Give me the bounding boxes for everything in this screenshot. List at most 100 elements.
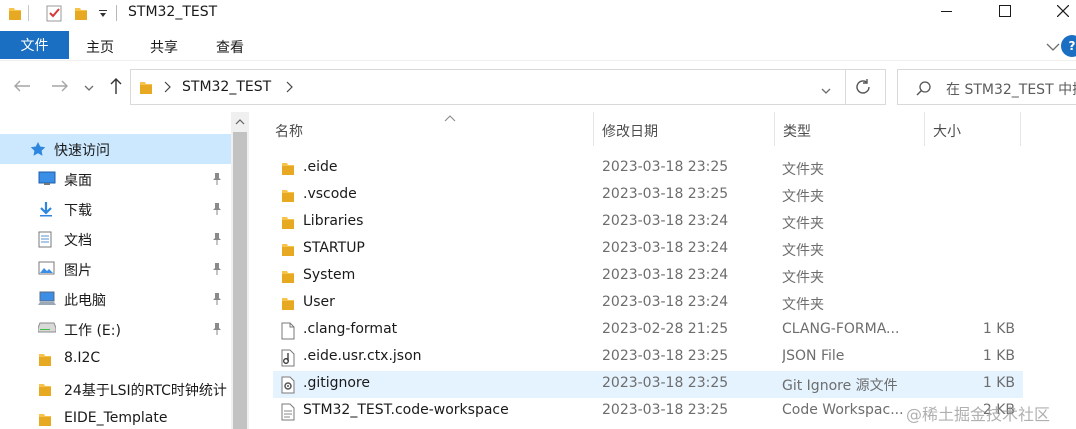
file-row[interactable]: User 2023-03-18 23:24 文件夹 xyxy=(273,290,1023,317)
customize-toolbar-icon[interactable] xyxy=(98,4,108,22)
json-file-icon xyxy=(281,349,297,367)
breadcrumb-chevron-icon[interactable] xyxy=(163,81,171,97)
file-type: 文件夹 xyxy=(782,243,824,259)
file-size: 1 KB xyxy=(982,321,1015,337)
tab-share[interactable]: 共享 xyxy=(150,37,178,57)
recent-locations-button[interactable] xyxy=(82,76,96,100)
sidebar-item-item-0[interactable]: 快速访问 xyxy=(0,134,231,164)
file-row[interactable]: STARTUP 2023-03-18 23:24 文件夹 xyxy=(273,236,1023,263)
folder-icon xyxy=(281,241,297,259)
title-bar: STM32_TEST xyxy=(0,0,1076,28)
sidebar-item-item-3[interactable]: 文档 xyxy=(0,224,231,254)
sidebar-item-eide-template[interactable]: EIDE_Template xyxy=(0,404,231,429)
navigation-bar: STM32_TEST 在 STM32_TEST 中搜索 xyxy=(0,60,1076,110)
sort-ascending-icon xyxy=(444,115,456,122)
file-date: 2023-03-18 23:25 xyxy=(602,375,729,391)
sidebar-item-item-2[interactable]: 下载 xyxy=(0,194,231,224)
file-row[interactable]: .eide 2023-03-18 23:25 文件夹 xyxy=(273,155,1023,182)
file-name: .gitignore xyxy=(303,375,370,391)
file-row[interactable]: Libraries 2023-03-18 23:24 文件夹 xyxy=(273,209,1023,236)
file-size: 1 KB xyxy=(982,348,1015,364)
scrollbar-thumb[interactable] xyxy=(233,132,247,429)
file-name: .eide.usr.ctx.json xyxy=(303,348,422,364)
arrow-up-icon xyxy=(109,77,123,99)
properties-icon[interactable] xyxy=(46,4,62,22)
column-name[interactable]: 名称 xyxy=(267,112,594,146)
file-date: 2023-03-18 23:25 xyxy=(602,348,729,364)
download-icon xyxy=(38,201,56,217)
star-icon xyxy=(30,141,48,157)
drive-icon xyxy=(37,321,57,337)
file-date: 2023-03-18 23:25 xyxy=(602,186,729,202)
sidebar-item-item-1[interactable]: 桌面 xyxy=(0,164,231,194)
folder-icon xyxy=(38,411,56,427)
text-file-icon xyxy=(281,403,297,421)
folder-icon xyxy=(139,79,153,99)
sidebar-item-e[interactable]: 工作 (E:) xyxy=(0,314,231,344)
pin-icon xyxy=(211,172,223,190)
expand-ribbon-icon[interactable] xyxy=(1046,40,1060,56)
maximize-icon xyxy=(999,5,1011,21)
file-date: 2023-03-18 23:24 xyxy=(602,294,729,310)
pin-icon xyxy=(211,202,223,220)
sidebar-item-label: 文档 xyxy=(64,233,92,249)
search-input[interactable]: 在 STM32_TEST 中搜索 xyxy=(946,79,1076,99)
file-name: User xyxy=(303,294,335,310)
file-row[interactable]: .gitignore 2023-03-18 23:25 Git Ignore 源文件… xyxy=(273,371,1023,398)
file-name: .clang-format xyxy=(303,321,398,337)
breadcrumb-chevron-icon[interactable] xyxy=(285,81,293,97)
maximize-button[interactable] xyxy=(982,0,1028,26)
sidebar-item-24-lsi-rtc[interactable]: 24基于LSI的RTC时钟统计 xyxy=(0,374,231,404)
new-folder-icon[interactable] xyxy=(74,4,88,22)
close-button[interactable] xyxy=(1040,0,1076,26)
back-button[interactable] xyxy=(10,76,34,100)
minimize-button[interactable] xyxy=(924,0,970,26)
file-type: 文件夹 xyxy=(782,216,824,232)
folder-icon xyxy=(8,4,22,22)
sidebar-item-label: 快速访问 xyxy=(54,143,110,159)
tab-home[interactable]: 主页 xyxy=(86,37,114,57)
file-row[interactable]: .vscode 2023-03-18 23:25 文件夹 xyxy=(273,182,1023,209)
sidebar-item-label: 8.I2C xyxy=(64,350,101,366)
column-date[interactable]: 修改日期 xyxy=(594,112,775,146)
sidebar-item-label: 24基于LSI的RTC时钟统计 xyxy=(64,383,227,399)
refresh-button[interactable] xyxy=(854,78,872,100)
file-type: Code Workspac... xyxy=(782,402,904,418)
sidebar-item-item-4[interactable]: 图片 xyxy=(0,254,231,284)
pin-icon xyxy=(211,232,223,250)
tab-view[interactable]: 查看 xyxy=(216,37,244,57)
file-row[interactable]: System 2023-03-18 23:24 文件夹 xyxy=(273,263,1023,290)
file-name: STM32_TEST.code-workspace xyxy=(303,402,509,418)
sidebar-item-label: 工作 (E:) xyxy=(64,323,121,339)
scroll-up-icon[interactable] xyxy=(231,114,249,130)
sidebar-scrollbar[interactable] xyxy=(231,112,249,429)
file-type: 文件夹 xyxy=(782,162,824,178)
file-name: STARTUP xyxy=(303,240,365,256)
file-name: .vscode xyxy=(303,186,357,202)
address-dropdown-icon[interactable] xyxy=(821,83,831,99)
chevron-down-icon xyxy=(84,80,94,96)
up-button[interactable] xyxy=(104,76,128,100)
file-name: System xyxy=(303,267,356,283)
help-button[interactable]: ? xyxy=(1061,35,1076,57)
pin-icon xyxy=(211,292,223,310)
forward-button[interactable] xyxy=(48,76,72,100)
column-type[interactable]: 类型 xyxy=(775,112,925,146)
file-type: CLANG-FORMA... xyxy=(782,321,900,337)
file-row[interactable]: .eide.usr.ctx.json 2023-03-18 23:25 JSON F… xyxy=(273,344,1023,371)
column-size[interactable]: 大小 xyxy=(925,112,1021,146)
folder-icon xyxy=(281,160,297,178)
watermark: @稀土掘金技术社区 xyxy=(906,405,1051,424)
desktop-icon xyxy=(38,171,56,187)
address-bar[interactable]: STM32_TEST xyxy=(130,69,886,105)
breadcrumb[interactable]: STM32_TEST xyxy=(182,79,271,95)
sidebar-item-label: 桌面 xyxy=(64,173,92,189)
file-row[interactable]: .clang-format 2023-02-28 21:25 CLANG-FORMA… xyxy=(273,317,1023,344)
sidebar-item-label: 图片 xyxy=(64,263,92,279)
file-type: 文件夹 xyxy=(782,189,824,205)
sidebar-item-8-i2c[interactable]: 8.I2C xyxy=(0,344,231,374)
file-date: 2023-02-28 21:25 xyxy=(602,321,729,337)
tab-file[interactable]: 文件 xyxy=(0,31,69,59)
search-box[interactable]: 在 STM32_TEST 中搜索 xyxy=(897,69,1076,105)
sidebar-item-item-5[interactable]: 此电脑 xyxy=(0,284,231,314)
